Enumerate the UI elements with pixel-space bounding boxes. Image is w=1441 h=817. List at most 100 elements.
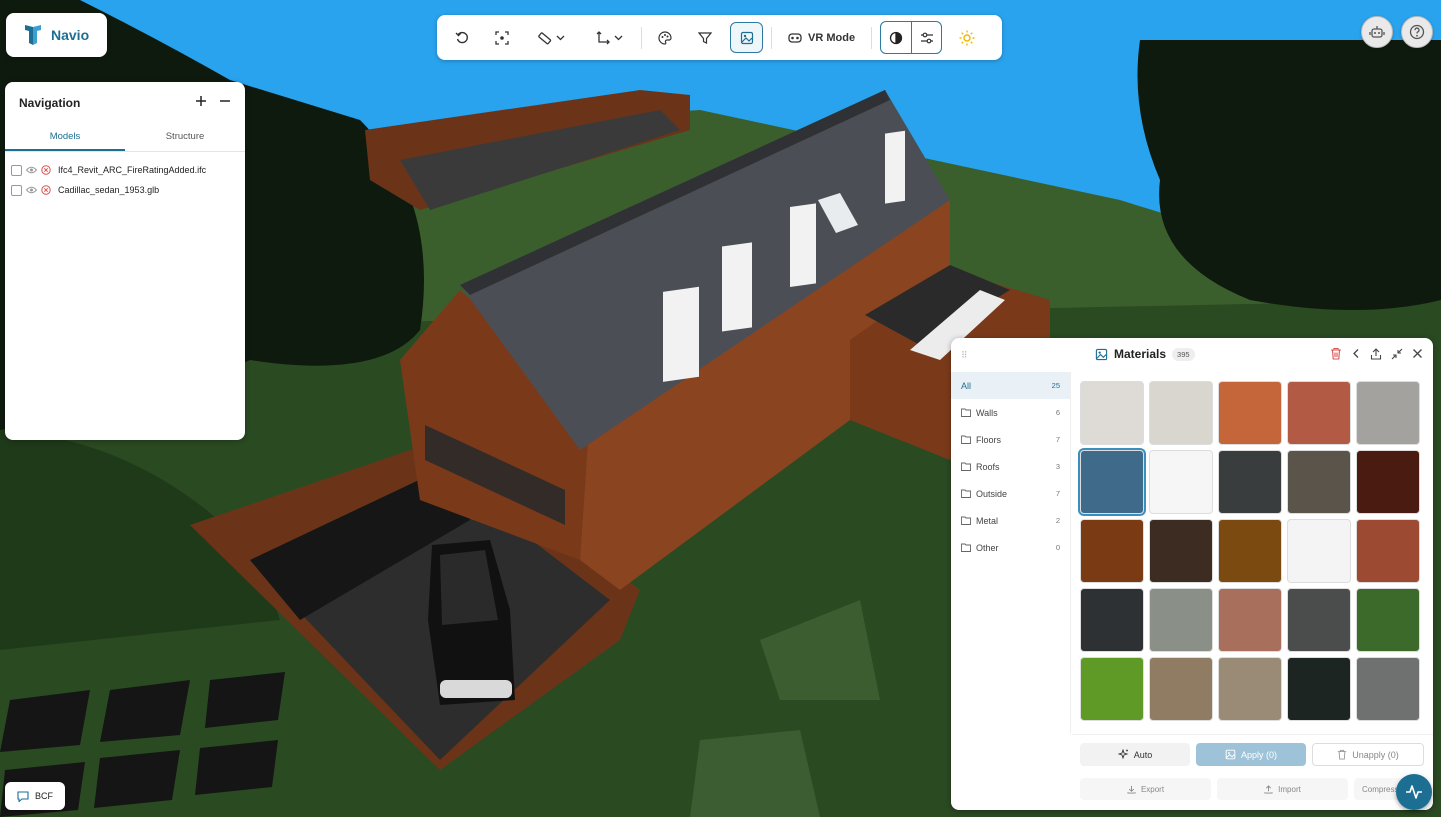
reset-view-button[interactable] — [447, 22, 477, 53]
plus-icon — [196, 96, 206, 106]
material-swatch[interactable] — [1356, 450, 1420, 514]
category-item-metal[interactable]: Metal 2 — [951, 507, 1070, 534]
material-swatch[interactable] — [1218, 519, 1282, 583]
material-swatch[interactable] — [1287, 381, 1351, 445]
materials-title: Materials — [1114, 347, 1167, 361]
auto-button[interactable]: Auto — [1080, 743, 1190, 766]
tab-models[interactable]: Models — [5, 124, 125, 151]
collapse-panel-button[interactable] — [219, 95, 231, 111]
material-swatch[interactable] — [1356, 519, 1420, 583]
app-logo-text: Navio — [51, 27, 90, 43]
minimize-icon[interactable] — [1391, 348, 1403, 360]
category-item-all[interactable]: All 25 — [951, 372, 1070, 399]
category-count: 0 — [1055, 543, 1060, 552]
main-toolbar: VR Mode — [437, 15, 1002, 60]
category-label: All — [961, 380, 972, 391]
filter-icon — [698, 31, 712, 44]
activity-fab-button[interactable] — [1396, 774, 1432, 810]
category-item-walls[interactable]: Walls 6 — [951, 399, 1070, 426]
axis-dropdown[interactable] — [585, 22, 633, 53]
material-swatch[interactable] — [1078, 448, 1146, 516]
vr-mode-button[interactable]: VR Mode — [780, 22, 863, 53]
export-button[interactable]: Export — [1080, 778, 1211, 800]
material-swatch[interactable] — [1287, 588, 1351, 652]
category-item-floors[interactable]: Floors 7 — [951, 426, 1070, 453]
model-row[interactable]: Cadillac_sedan_1953.glb — [5, 180, 245, 200]
material-swatch[interactable] — [1218, 381, 1282, 445]
upload-icon — [1264, 784, 1273, 794]
model-checkbox[interactable] — [11, 164, 22, 176]
axis-icon — [596, 30, 610, 44]
close-icon[interactable] — [1412, 348, 1423, 359]
category-label: Other — [976, 542, 999, 553]
auto-label: Auto — [1133, 749, 1153, 760]
chevron-left-icon[interactable] — [1351, 348, 1361, 359]
material-swatch[interactable] — [1287, 519, 1351, 583]
category-item-outside[interactable]: Outside 7 — [951, 480, 1070, 507]
share-upload-icon[interactable] — [1370, 347, 1382, 360]
add-model-button[interactable] — [195, 95, 207, 111]
category-count: 3 — [1055, 462, 1060, 471]
chevron-down-icon — [556, 35, 564, 41]
category-item-roofs[interactable]: Roofs 3 — [951, 453, 1070, 480]
sun-icon — [959, 30, 975, 45]
material-swatch[interactable] — [1149, 450, 1213, 514]
view-toggle-group — [880, 21, 943, 54]
measure-dropdown[interactable] — [527, 22, 575, 53]
clip-toggle-button[interactable] — [881, 22, 911, 53]
material-swatch[interactable] — [1080, 657, 1144, 721]
materials-button[interactable] — [730, 22, 763, 53]
material-swatch[interactable] — [1149, 588, 1213, 652]
trash-icon[interactable] — [1330, 347, 1342, 360]
palette-button[interactable] — [650, 22, 680, 53]
material-swatch[interactable] — [1287, 450, 1351, 514]
import-button[interactable]: Import — [1217, 778, 1348, 800]
remove-circle-icon[interactable] — [41, 165, 51, 175]
material-swatch[interactable] — [1149, 381, 1213, 445]
compress-label: Compress — [1362, 784, 1399, 794]
settings-sliders-button[interactable] — [911, 22, 941, 53]
remove-circle-icon[interactable] — [41, 185, 51, 195]
folder-icon — [961, 435, 971, 444]
folder-icon — [961, 408, 971, 417]
material-swatch[interactable] — [1218, 450, 1282, 514]
unapply-button[interactable]: Unapply (0) — [1312, 743, 1424, 766]
materials-count-badge: 395 — [1172, 347, 1195, 361]
model-checkbox[interactable] — [11, 184, 22, 196]
lighting-button[interactable] — [952, 22, 982, 53]
bcf-button[interactable]: BCF — [5, 782, 65, 810]
trash-icon — [1338, 749, 1347, 760]
model-name: Cadillac_sedan_1953.glb — [58, 185, 160, 195]
material-swatch[interactable] — [1149, 519, 1213, 583]
eye-icon[interactable] — [26, 166, 37, 174]
material-swatch[interactable] — [1080, 588, 1144, 652]
tab-structure[interactable]: Structure — [125, 124, 245, 151]
material-swatch[interactable] — [1218, 657, 1282, 721]
material-swatch[interactable] — [1218, 588, 1282, 652]
filter-button[interactable] — [690, 22, 720, 53]
import-label: Import — [1278, 784, 1301, 794]
navigation-tabs: Models Structure — [5, 124, 245, 152]
navio-logo-icon — [25, 25, 41, 45]
material-swatch[interactable] — [1356, 381, 1420, 445]
material-swatch[interactable] — [1287, 657, 1351, 721]
material-swatch[interactable] — [1080, 519, 1144, 583]
apply-label: Apply (0) — [1240, 749, 1277, 760]
drag-handle-icon[interactable]: ⠿ — [961, 350, 968, 361]
material-swatch[interactable] — [1080, 381, 1144, 445]
fit-view-button[interactable] — [487, 22, 517, 53]
model-row[interactable]: Ifc4_Revit_ARC_FireRatingAdded.ifc — [5, 160, 245, 180]
help-button[interactable] — [1401, 16, 1433, 48]
material-swatch[interactable] — [1356, 588, 1420, 652]
apply-button[interactable]: Apply (0) — [1196, 743, 1306, 766]
category-item-other[interactable]: Other 0 — [951, 534, 1070, 561]
materials-icon — [740, 31, 753, 44]
eye-icon[interactable] — [26, 186, 37, 194]
material-swatch[interactable] — [1356, 657, 1420, 721]
assistant-bot-button[interactable] — [1361, 16, 1393, 48]
material-swatch[interactable] — [1149, 657, 1213, 721]
toolbar-divider — [871, 26, 873, 49]
material-swatch-grid — [1078, 381, 1425, 721]
app-logo-button[interactable]: Navio — [6, 13, 107, 57]
folder-icon — [961, 489, 971, 498]
